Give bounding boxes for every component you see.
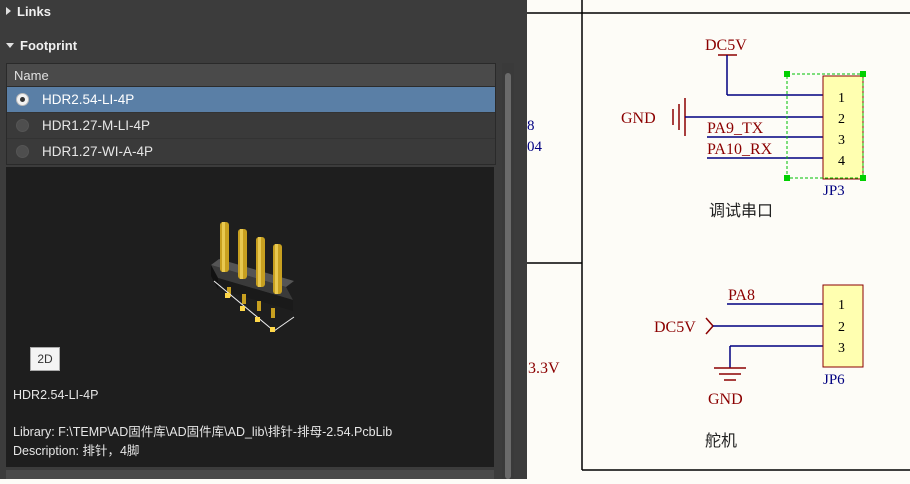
scrollbar-thumb[interactable] [505,73,511,479]
net-label-pa10: PA10_RX [707,141,773,158]
jp3-designator: JP3 [823,183,845,199]
jp6-gnd-label: GND [708,391,743,408]
pin-number: 2 [838,112,845,127]
view-2d-button[interactable]: 2D [30,347,60,371]
selected-footprint-name: HDR2.54-LI-4P [13,388,99,402]
schematic-canvas[interactable]: 8 04 3.3V DC5V GND PA9_TX PA10_RX 1 2 3 … [527,0,910,479]
library-path: Library: F:\TEMP\AD固件库\AD固件库\AD_lib\排针-排… [13,425,393,439]
net-label-pa8: PA8 [728,287,755,304]
jp3-power-label: DC5V [705,37,747,54]
jp6-comment: 舵机 [705,431,737,450]
footprint-list: Name HDR2.54-LI-4P HDR1.27-M-LI-4P HDR1.… [6,63,496,165]
pin-number: 1 [838,298,845,313]
edge-text: 04 [527,139,543,155]
pin-number: 2 [838,320,845,335]
jp3-comment: 调试串口 [709,201,773,220]
footprint-description: Description: 排针，4脚 [13,444,140,458]
net-label-pa9: PA9_TX [707,120,764,137]
properties-panel: Links Footprint Name HDR2.54-LI-4P HDR1.… [0,0,527,479]
footprint-row[interactable]: HDR1.27-M-LI-4P [7,113,495,139]
links-section-header[interactable]: Links [0,0,51,22]
pin-number: 3 [838,341,845,356]
name-column-header[interactable]: Name [7,64,495,87]
expand-arrow-icon [6,7,11,15]
header-3d-model-icon [211,222,295,332]
radio-selected-icon[interactable] [16,93,29,106]
jp6-designator: JP6 [823,372,845,388]
footprint-name: HDR2.54-LI-4P [42,92,135,107]
edge-text: 3.3V [528,360,560,377]
pin-number: 3 [838,133,845,148]
panel-scrollbar[interactable] [502,63,514,479]
footprint-row[interactable]: HDR1.27-WI-A-4P [7,139,495,164]
edge-text: 8 [527,118,535,134]
footprint-section-label: Footprint [20,37,78,53]
jp6-power-label: DC5V [654,319,696,336]
radio-icon[interactable] [16,119,29,132]
pin-number: 1 [838,91,845,106]
footprint-name: HDR1.27-M-LI-4P [42,118,151,133]
radio-icon[interactable] [16,145,29,158]
footprint-section-header[interactable]: Footprint [0,34,77,56]
bottom-button-strip [6,470,494,479]
footprint-name: HDR1.27-WI-A-4P [42,144,154,159]
jp3-gnd-label: GND [621,110,656,127]
links-section-label: Links [17,3,51,19]
name-column-label: Name [14,67,49,83]
footprint-row[interactable]: HDR2.54-LI-4P [7,87,495,113]
power-port-icon [705,317,714,335]
schematic-sheet: 8 04 3.3V DC5V GND PA9_TX PA10_RX 1 2 3 … [527,0,910,471]
pin-number: 4 [838,154,845,169]
collapse-arrow-icon [6,42,14,48]
